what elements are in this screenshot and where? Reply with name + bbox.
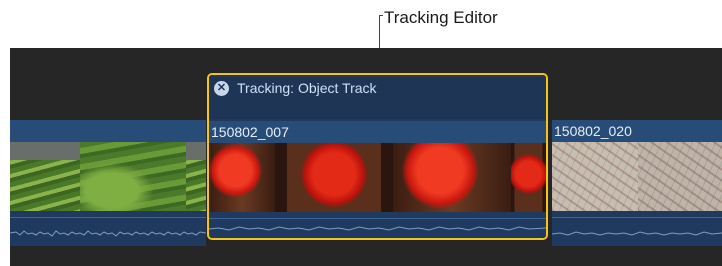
close-circle-icon[interactable]: ✕ (214, 81, 229, 96)
clip-150802-020[interactable]: 150802_020 (552, 120, 722, 246)
thumbnail (186, 142, 206, 211)
tracking-editor-header: ✕ Tracking: Object Track (209, 75, 546, 119)
thumbnail (275, 143, 393, 212)
clip-divider (552, 217, 722, 218)
canvas: Tracking Editor 150802_020 ✕ Tracking: O… (0, 0, 722, 266)
audio-waveform (209, 226, 546, 231)
clip-title: 150802_007 (209, 121, 546, 143)
thumbnail (80, 142, 186, 211)
clip-title (10, 120, 206, 142)
clip-title: 150802_020 (552, 120, 722, 142)
audio-waveform (552, 231, 722, 236)
thumbnail (209, 143, 275, 212)
waveform-line (10, 230, 206, 237)
callout-tick (379, 15, 383, 16)
thumbnail (10, 142, 80, 211)
waveform-line (552, 231, 722, 236)
clip-150802-007[interactable]: 150802_007 (209, 119, 546, 238)
thumbnail (552, 142, 638, 211)
clip-thumbnails (552, 142, 722, 211)
waveform-line (209, 226, 546, 231)
thumbnail (393, 143, 511, 212)
clip-thumbnails (10, 142, 206, 211)
callout-tracking-editor: Tracking Editor (384, 8, 498, 27)
clip-rice-terraces[interactable] (10, 120, 206, 246)
audio-waveform (10, 230, 206, 237)
thumbnail (638, 142, 722, 211)
clip-thumbnails (209, 143, 546, 212)
thumbnail (511, 143, 546, 212)
clip-divider (209, 218, 546, 219)
tracking-editor[interactable]: ✕ Tracking: Object Track 150802_007 (207, 73, 548, 240)
clip-divider (10, 217, 206, 218)
tracking-editor-title: Tracking: Object Track (237, 80, 377, 96)
